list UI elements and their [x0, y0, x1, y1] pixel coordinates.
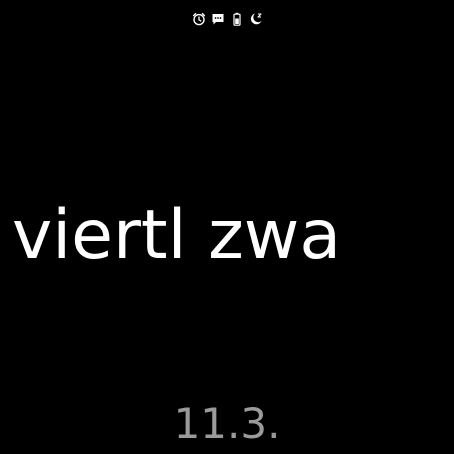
status-bar	[0, 10, 454, 28]
sleep-icon	[249, 12, 263, 26]
message-icon	[211, 12, 225, 26]
alarm-clock-icon	[192, 12, 206, 26]
watch-screen: viertl zwa 11.3.	[0, 0, 454, 454]
time-in-words: viertl zwa	[12, 196, 342, 275]
battery-icon	[230, 12, 244, 26]
date-label: 11.3.	[173, 399, 281, 448]
